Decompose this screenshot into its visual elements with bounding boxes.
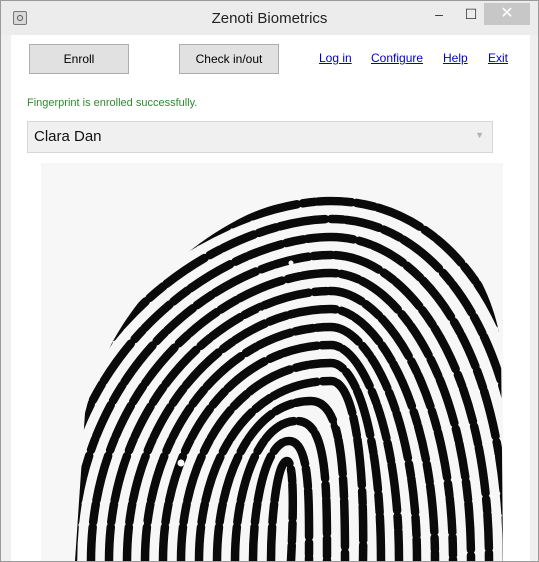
employee-select-value: Clara Dan <box>34 128 102 145</box>
title-bar[interactable]: Zenoti Biometrics – ☐ ✕ <box>1 1 538 35</box>
fingerprint-image <box>41 163 503 561</box>
maximize-button[interactable]: ☐ <box>458 4 484 24</box>
app-window: Zenoti Biometrics – ☐ ✕ Enroll Check in/… <box>0 0 539 562</box>
employee-select[interactable]: Clara Dan ▼ <box>27 121 493 153</box>
configure-link[interactable]: Configure <box>371 51 423 65</box>
help-link[interactable]: Help <box>443 51 468 65</box>
close-button[interactable]: ✕ <box>484 3 530 25</box>
enroll-button[interactable]: Enroll <box>29 44 129 74</box>
login-link[interactable]: Log in <box>319 51 352 65</box>
status-message: Fingerprint is enrolled successfully. <box>27 97 198 109</box>
exit-link[interactable]: Exit <box>488 51 508 65</box>
minimize-button[interactable]: – <box>426 4 452 24</box>
check-in-out-button[interactable]: Check in/out <box>179 44 279 74</box>
client-area: Enroll Check in/out Log in Configure Hel… <box>11 35 530 561</box>
fingerprint-image-panel <box>41 163 503 561</box>
chevron-down-icon[interactable]: ▼ <box>475 130 484 140</box>
